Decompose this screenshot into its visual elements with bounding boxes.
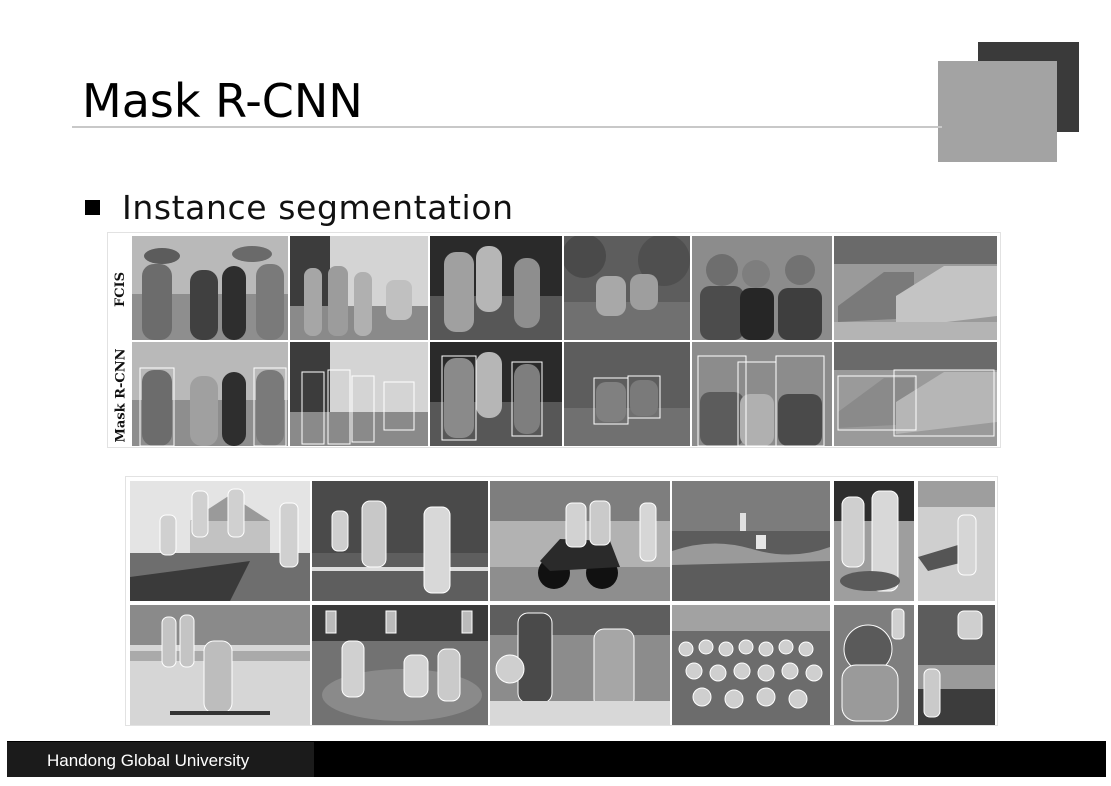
slide-title: Mask R-CNN <box>82 74 363 128</box>
example-image-outdoor-person <box>918 605 995 725</box>
example-image-motorcycle <box>490 481 670 601</box>
mask-rcnn-result-image-4 <box>564 342 690 446</box>
row-label-mask-rcnn: Mask R-CNN <box>113 348 129 442</box>
fcis-result-image-1 <box>132 236 288 340</box>
example-image-skiing <box>130 605 310 725</box>
fcis-result-image-2 <box>290 236 428 340</box>
example-image-beach <box>918 481 995 601</box>
fcis-result-image-5 <box>692 236 832 340</box>
segmentation-examples-figure <box>125 476 998 726</box>
mask-rcnn-result-image-2 <box>290 342 428 446</box>
bullet-square-icon <box>85 200 100 215</box>
example-image-press-conference <box>490 605 670 725</box>
example-image-surfing <box>672 481 830 601</box>
bullet-text: Instance segmentation <box>122 188 514 227</box>
example-image-food-table <box>834 481 914 601</box>
mask-rcnn-result-image-5 <box>692 342 832 446</box>
row-label-fcis: FCIS <box>113 271 129 307</box>
mask-rcnn-result-image-3 <box>430 342 562 446</box>
title-underline <box>72 126 942 128</box>
example-image-child-closeup <box>834 605 914 725</box>
fcis-result-image-4 <box>564 236 690 340</box>
example-image-tennis <box>312 481 488 601</box>
comparison-figure: FCIS Mask R-CNN <box>107 232 1001 448</box>
fcis-result-image-6 <box>834 236 997 340</box>
example-image-classroom <box>672 605 830 725</box>
example-image-jumping-people <box>130 481 310 601</box>
footer-university-name: Handong Global University <box>47 751 250 770</box>
fcis-result-image-3 <box>430 236 562 340</box>
mask-rcnn-result-image-1 <box>132 342 288 446</box>
mask-rcnn-result-image-6 <box>834 342 997 446</box>
decorative-square-light <box>938 61 1057 162</box>
example-image-baseball <box>312 605 488 725</box>
